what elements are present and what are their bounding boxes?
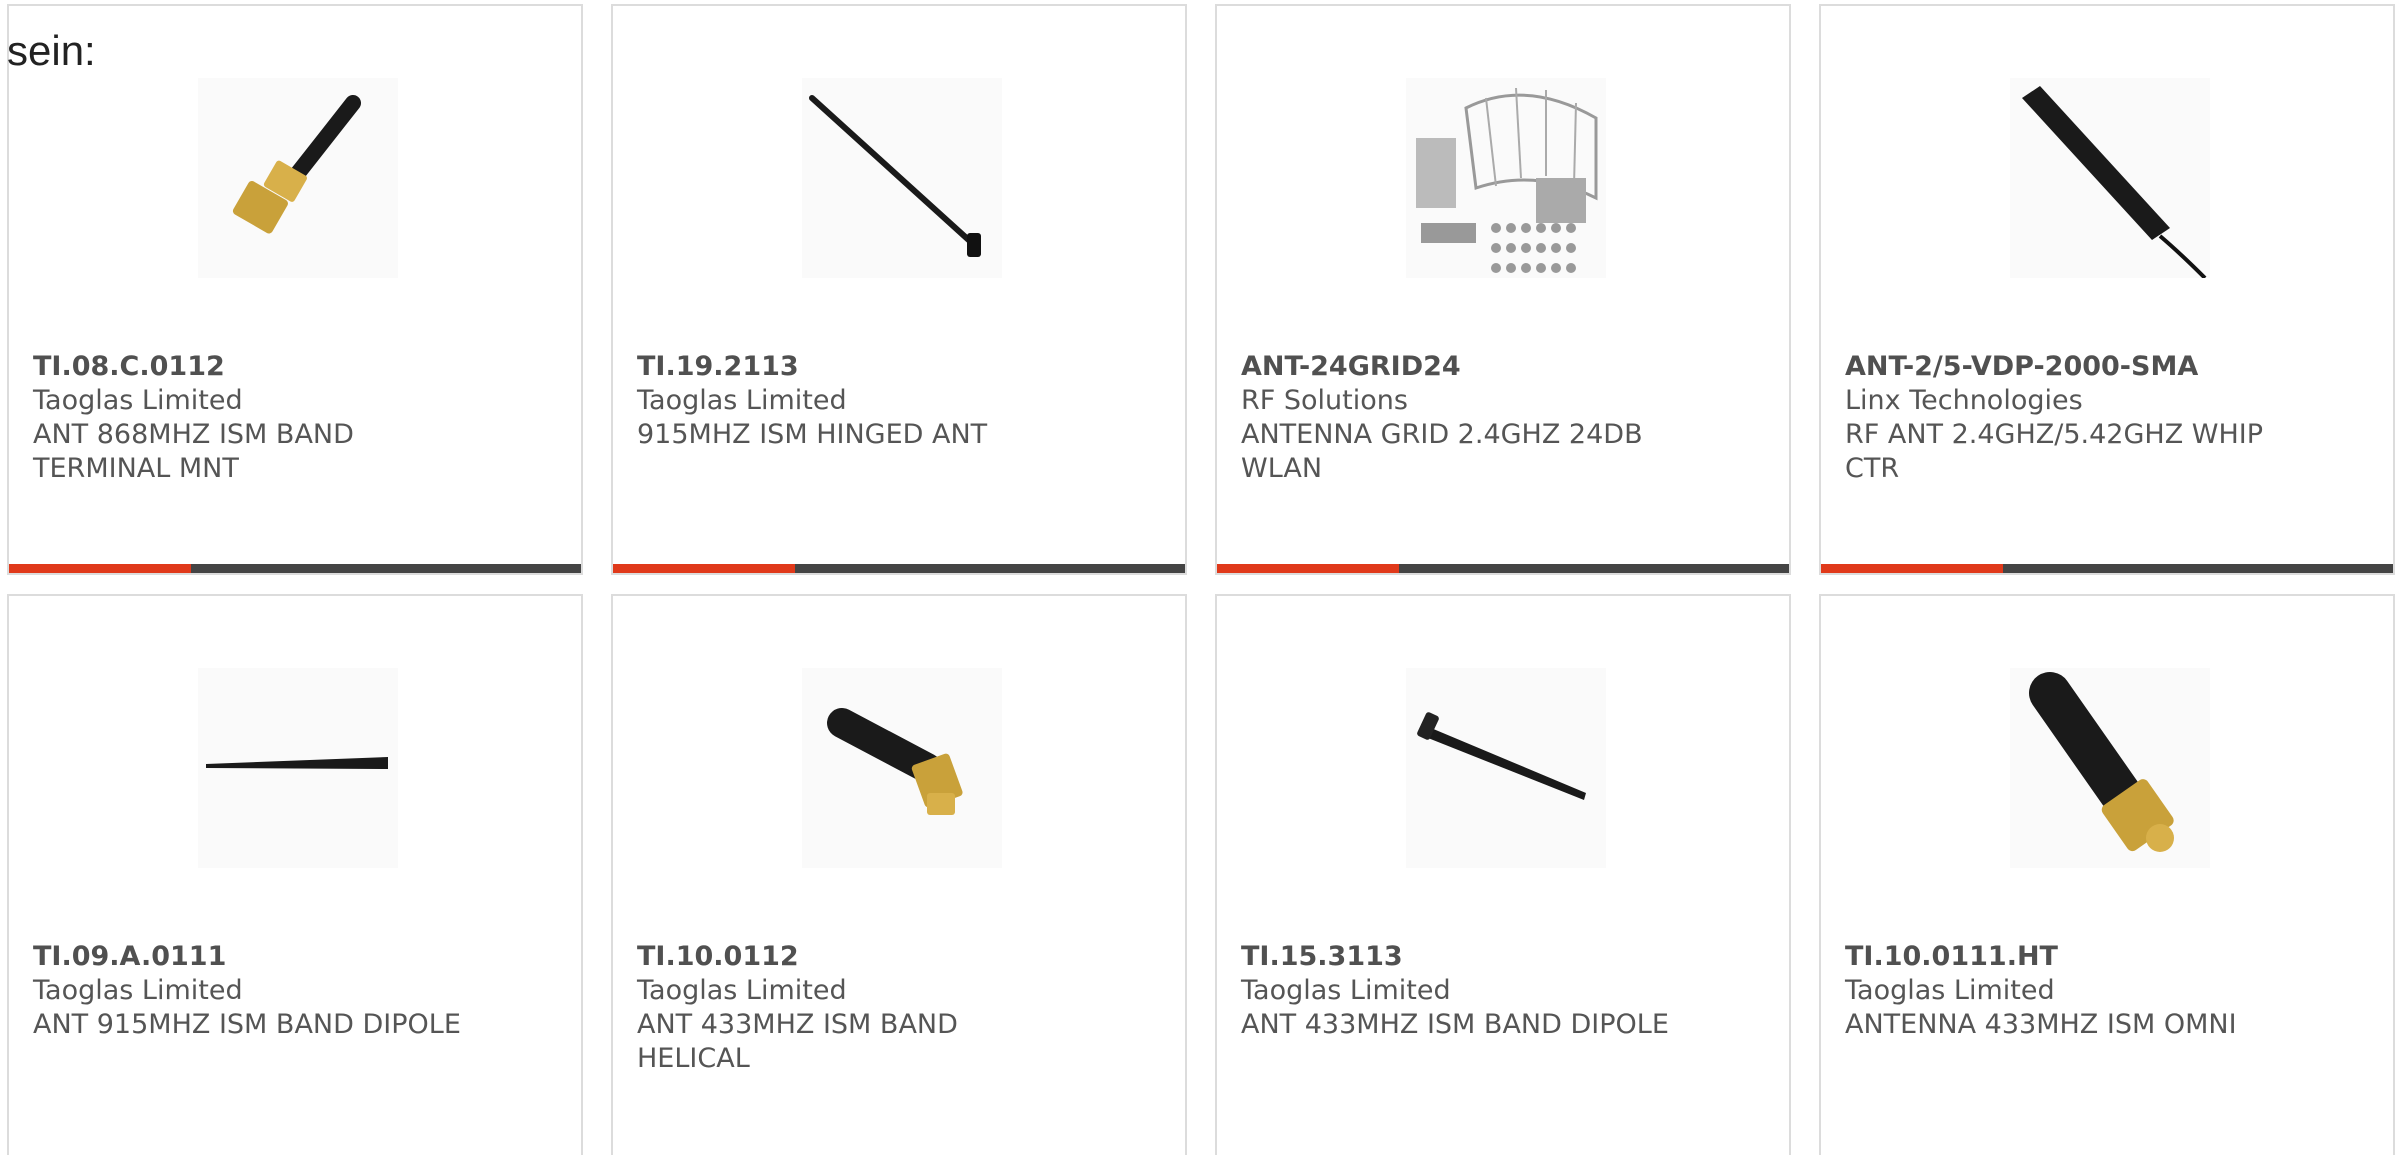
part-number[interactable]: ANT-2/5-VDP-2000-SMA — [1845, 350, 2285, 384]
part-number[interactable]: ANT-24GRID24 — [1241, 350, 1681, 384]
manufacturer: Linx Technologies — [1845, 385, 2083, 416]
hinged-whip-antenna-icon — [802, 78, 1002, 278]
product-card[interactable]: TI.09.A.0111 Taoglas Limited ANT 915MHZ … — [7, 594, 583, 1155]
manufacturer: Taoglas Limited — [1845, 975, 2055, 1006]
omni-stubby-antenna-icon — [2010, 668, 2210, 868]
description: RF ANT 2.4GHZ/5.42GHZ WHIP CTR — [1845, 419, 2264, 484]
dipole-whip-antenna-icon — [1406, 668, 1606, 868]
product-card[interactable]: ANT-2/5-VDP-2000-SMA Linx Technologies R… — [1819, 4, 2395, 575]
dipole-antenna-icon — [198, 668, 398, 868]
part-number[interactable]: TI.10.0112 — [637, 940, 1077, 974]
description: ANTENNA 433MHZ ISM OMNI — [1845, 1009, 2237, 1040]
card-footer-bar — [613, 564, 1185, 573]
product-card[interactable]: TI.15.3113 Taoglas Limited ANT 433MHZ IS… — [1215, 594, 1791, 1155]
helical-antenna-icon — [802, 668, 1002, 868]
manufacturer: Taoglas Limited — [637, 975, 847, 1006]
part-number[interactable]: TI.08.C.0112 — [33, 350, 473, 384]
flat-whip-antenna-icon — [2010, 78, 2210, 278]
product-card[interactable]: TI.08.C.0112 Taoglas Limited ANT 868MHZ … — [7, 4, 583, 575]
card-accent-bar — [1821, 564, 2003, 573]
card-accent-bar — [613, 564, 795, 573]
product-card[interactable]: TI.10.0111.HT Taoglas Limited ANTENNA 43… — [1819, 594, 2395, 1155]
product-card[interactable]: ANT-24GRID24 RF Solutions ANTENNA GRID 2… — [1215, 4, 1791, 575]
part-number[interactable]: TI.15.3113 — [1241, 940, 1681, 974]
intro-text: sein: — [7, 27, 96, 74]
card-footer-bar — [9, 564, 581, 573]
manufacturer: Taoglas Limited — [33, 975, 243, 1006]
part-number[interactable]: TI.10.0111.HT — [1845, 940, 2285, 974]
description: ANT 433MHZ ISM BAND DIPOLE — [1241, 1009, 1669, 1040]
description: ANT 433MHZ ISM BAND HELICAL — [637, 1009, 958, 1074]
description: ANT 868MHZ ISM BAND TERMINAL MNT — [33, 419, 354, 484]
description: 915MHZ ISM HINGED ANT — [637, 419, 988, 450]
manufacturer: Taoglas Limited — [637, 385, 847, 416]
grid-antenna-kit-icon — [1406, 78, 1606, 278]
right-angle-antenna-icon — [198, 78, 398, 278]
manufacturer: RF Solutions — [1241, 385, 1408, 416]
description: ANTENNA GRID 2.4GHZ 24DB WLAN — [1241, 419, 1643, 484]
description: ANT 915MHZ ISM BAND DIPOLE — [33, 1009, 461, 1040]
part-number[interactable]: TI.19.2113 — [637, 350, 1077, 384]
card-accent-bar — [1217, 564, 1399, 573]
part-number[interactable]: TI.09.A.0111 — [33, 940, 473, 974]
product-card[interactable]: TI.19.2113 Taoglas Limited 915MHZ ISM HI… — [611, 4, 1187, 575]
product-card[interactable]: TI.10.0112 Taoglas Limited ANT 433MHZ IS… — [611, 594, 1187, 1155]
manufacturer: Taoglas Limited — [33, 385, 243, 416]
card-accent-bar — [9, 564, 191, 573]
manufacturer: Taoglas Limited — [1241, 975, 1451, 1006]
card-footer-bar — [1217, 564, 1789, 573]
card-footer-bar — [1821, 564, 2393, 573]
